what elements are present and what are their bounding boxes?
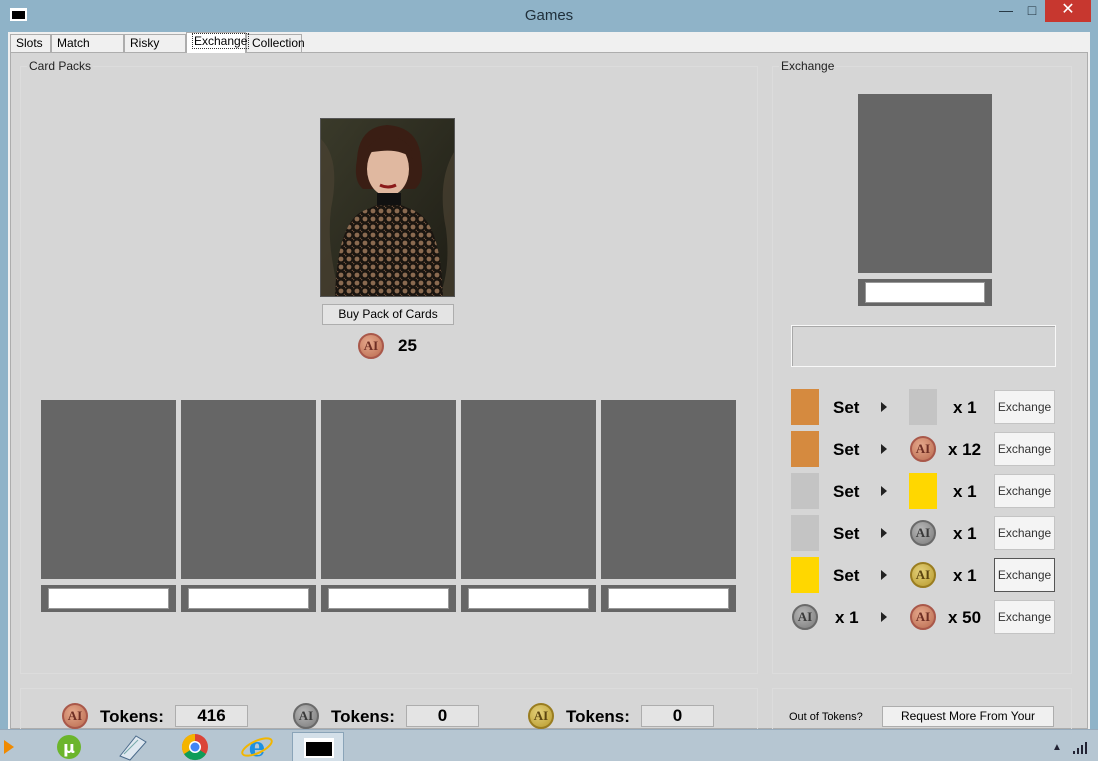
svg-text:e: e (249, 733, 266, 761)
network-signal-icon[interactable] (1073, 742, 1089, 754)
orange-set-swatch (791, 431, 819, 467)
arrow-right-icon (881, 444, 887, 454)
bronze-coin-icon: AI (910, 604, 936, 630)
gold-coin-icon: AI (910, 562, 936, 588)
silver-set-swatch (791, 473, 819, 509)
row-left-label: Set (833, 440, 860, 459)
title-bar: Games — □ ✕ (0, 0, 1098, 32)
silver-coin-icon: AI (792, 604, 818, 630)
row-left-label: Set (833, 482, 860, 501)
exchange-button[interactable]: Exchange (994, 558, 1055, 592)
row-left-label: Set (833, 398, 860, 417)
tab-exchange[interactable]: Exchange (186, 32, 250, 53)
card-name-field (48, 588, 169, 609)
row-right-qty: x 1 (953, 566, 977, 585)
card-name-field (608, 588, 729, 609)
card-name-field (188, 588, 309, 609)
gold-coin-icon: AI (528, 703, 554, 729)
card-name-field (865, 282, 985, 303)
gold-token-count: 0 (641, 705, 714, 727)
utorrent-icon[interactable]: µ (46, 732, 92, 761)
notepad-icon[interactable] (108, 732, 154, 761)
card-slot-5 (601, 400, 736, 579)
gold-set-swatch (791, 557, 819, 593)
arrow-right-icon (881, 486, 887, 496)
row-left-label: Set (833, 524, 860, 543)
exchange-button[interactable]: Exchange (994, 474, 1055, 508)
window-title: Games (524, 7, 574, 24)
card-name-field (468, 588, 589, 609)
silver-coin-icon: AI (293, 703, 319, 729)
bronze-coin-icon: AI (62, 703, 88, 729)
svg-text:µ: µ (63, 738, 75, 757)
card-slot-2 (181, 400, 316, 579)
row-right-qty: x 50 (948, 608, 982, 627)
row-right-qty: x 1 (953, 482, 977, 501)
row-right-qty: x 1 (953, 524, 977, 543)
silver-token-count: 0 (406, 705, 479, 727)
maximize-button[interactable]: □ (1019, 0, 1045, 22)
card-slot-3 (321, 400, 456, 579)
arrow-right-icon (881, 570, 887, 580)
card-packs-group-label: Card Packs (27, 59, 94, 73)
exchange-info-box (791, 325, 1056, 367)
tab-match-game[interactable]: Match Game (51, 34, 124, 66)
exchange-button[interactable]: Exchange (994, 390, 1055, 424)
exchange-button[interactable]: Exchange (994, 600, 1055, 634)
card-slot-1 (41, 400, 176, 579)
bronze-coin-icon: AI (910, 436, 936, 462)
silver-set-swatch (791, 515, 819, 551)
card-caption-2 (181, 585, 316, 612)
tab-collection[interactable]: Collection (246, 34, 305, 52)
row-right-qty: x 1 (953, 398, 977, 417)
silver-card-swatch (909, 389, 937, 425)
card-pack-image (320, 118, 455, 297)
tab-bar: Slots Match Game Risky Pick Exchange Col… (8, 32, 1090, 66)
row-left-label: Set (833, 566, 860, 585)
arrow-right-icon (881, 612, 887, 622)
card-slot-4 (461, 400, 596, 579)
card-caption-3 (321, 585, 456, 612)
taskbar: µ e ▲ (0, 729, 1098, 761)
bronze-tokens-label: Tokens: (100, 707, 164, 726)
card-caption-4 (461, 585, 596, 612)
out-of-tokens-label: Out of Tokens? (789, 711, 863, 723)
media-player-icon[interactable] (0, 732, 36, 761)
minimize-button[interactable]: — (993, 0, 1019, 22)
games-app-icon[interactable] (292, 732, 344, 761)
exchange-group-label: Exchange (779, 59, 837, 73)
exchange-card-caption (858, 279, 992, 306)
silver-tokens-label: Tokens: (331, 707, 395, 726)
tab-exchange-label: Exchange (192, 33, 250, 49)
gold-tokens-label: Tokens: (566, 707, 630, 726)
orange-set-swatch (791, 389, 819, 425)
card-name-field (328, 588, 449, 609)
card-caption-5 (601, 585, 736, 612)
row-right-qty: x 12 (948, 440, 982, 459)
internet-explorer-icon[interactable]: e (234, 732, 280, 761)
buy-pack-button[interactable]: Buy Pack of Cards (322, 304, 454, 325)
tray-expand-icon[interactable]: ▲ (1052, 742, 1062, 753)
arrow-right-icon (881, 402, 887, 412)
arrow-right-icon (881, 528, 887, 538)
tab-slots[interactable]: Slots (10, 34, 51, 52)
card-caption-1 (41, 585, 176, 612)
request-tokens-button[interactable]: Request More From Your Domme! (882, 706, 1054, 742)
tab-risky-pick[interactable]: Risky Pick (124, 34, 186, 66)
bronze-coin-icon: AI (358, 333, 384, 359)
gold-card-swatch (909, 473, 937, 509)
exchange-card-slot (858, 94, 992, 273)
row-left-label: x 1 (835, 608, 859, 627)
pack-price: 25 (398, 336, 417, 355)
close-button[interactable]: ✕ (1045, 0, 1091, 22)
bronze-token-count: 416 (175, 705, 248, 727)
silver-coin-icon: AI (910, 520, 936, 546)
exchange-button[interactable]: Exchange (994, 516, 1055, 550)
chrome-icon[interactable] (172, 732, 218, 761)
exchange-button[interactable]: Exchange (994, 432, 1055, 466)
